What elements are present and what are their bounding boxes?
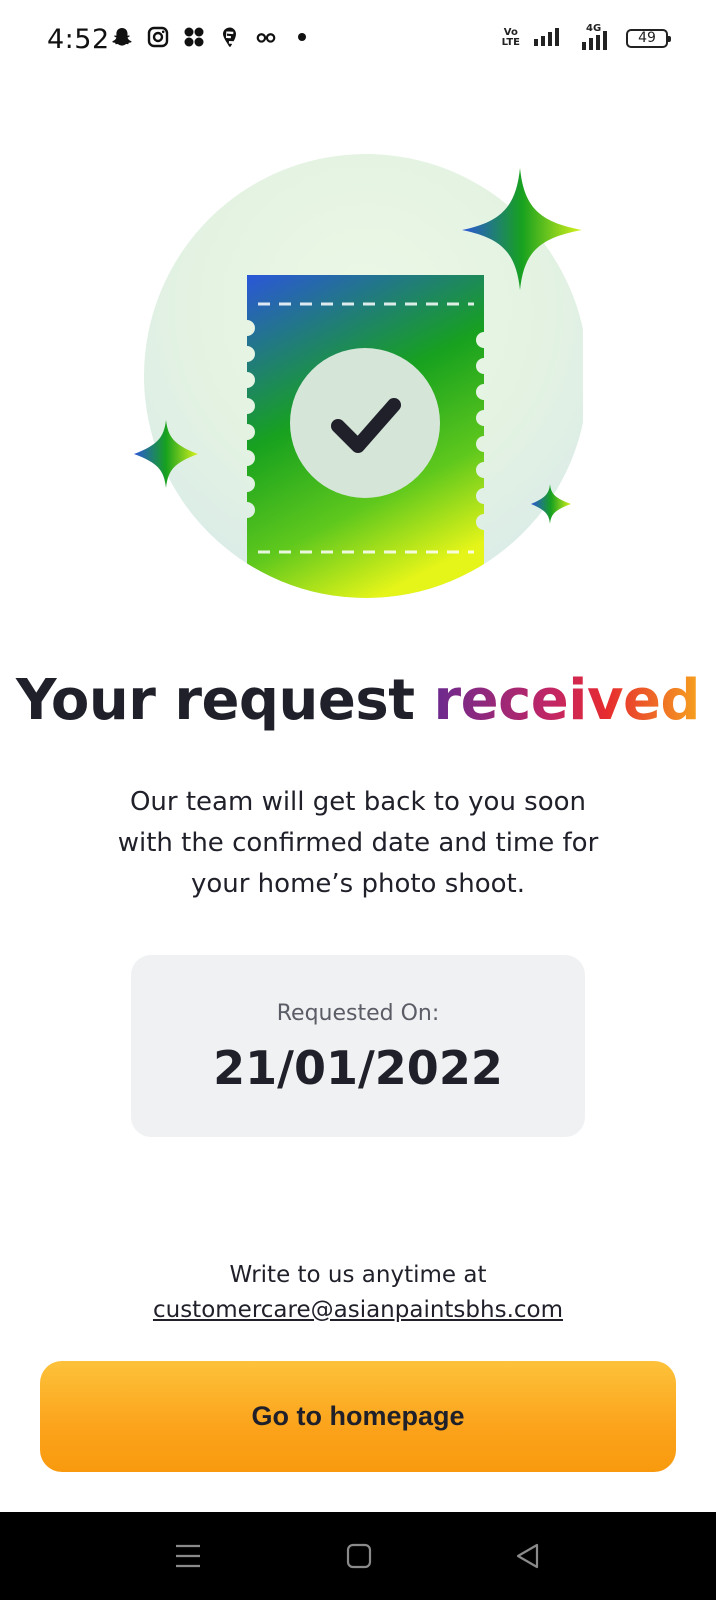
signal-icon [534,26,564,50]
go-to-homepage-button[interactable]: Go to homepage [40,1361,676,1472]
snapchat-icon [111,26,133,48]
app-icon [183,26,205,48]
home-square-icon[interactable] [341,1538,377,1574]
contact-text: Write to us anytime at [229,1262,487,1288]
status-bar: 4:52 Vo LTE 4G 49 [0,0,716,84]
signal-4g-icon: 4G [578,24,612,50]
support-email-link[interactable]: customercare@asianpaintsbhs.com [0,1297,716,1323]
system-status-icons: Vo LTE 4G 49 [502,24,671,50]
requested-date-card: Requested On: 21/01/2022 [131,955,585,1137]
requested-label: Requested On: [276,1001,440,1026]
confirmation-illustration [134,152,603,612]
ticket-check-icon [134,152,603,612]
system-nav-bar [0,1512,716,1600]
glasses-icon [255,26,277,48]
notification-icons [111,26,313,48]
menu-icon[interactable] [170,1538,206,1574]
volte-indicator: Vo LTE [502,28,520,48]
status-time: 4:52 [47,24,110,55]
screen: 4:52 Vo LTE 4G 49 Your request received … [0,0,716,1600]
requested-date: 21/01/2022 [213,1041,503,1095]
title-prefix: Your request [15,668,434,733]
title-highlight: received [433,668,701,733]
dot-icon [291,26,313,48]
page-title: Your request received [0,668,716,733]
instagram-icon [147,26,169,48]
swiggy-icon [219,26,241,48]
battery-level: 49 [638,30,656,46]
back-triangle-icon[interactable] [510,1538,546,1574]
battery-icon: 49 [626,28,671,48]
confirmation-message: Our team will get back to you soon with … [117,787,599,899]
lte-label: LTE [501,37,520,48]
